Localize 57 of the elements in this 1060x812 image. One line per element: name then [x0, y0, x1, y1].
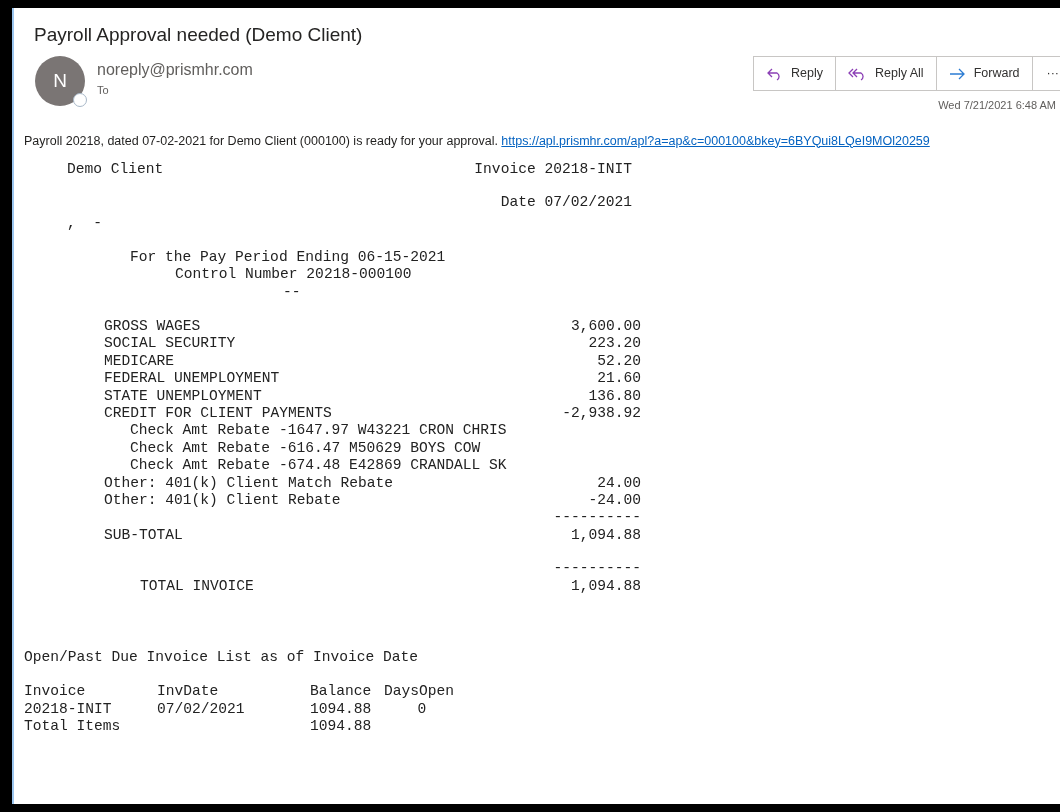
sender-address: noreply@prismhr.com	[97, 60, 253, 80]
line-item-label: Other: 401(k) Client Rebate	[104, 492, 341, 510]
line-item-amount: 21.60	[597, 370, 641, 388]
detail-line: Check Amt Rebate -1647.97 W43221 CRON CHRIS	[130, 422, 507, 440]
rule-text: ----------	[553, 560, 641, 578]
subtotal-amount: 1,094.88	[570, 526, 641, 545]
reply-all-button[interactable]: Reply All	[835, 56, 936, 91]
email-subject: Payroll Approval needed (Demo Client)	[33, 23, 364, 47]
address-line: , -	[67, 215, 103, 232]
column-header: Balance	[310, 683, 373, 701]
invoice-number: Invoice 20218-INIT	[474, 160, 632, 178]
reply-button[interactable]: Reply	[753, 56, 835, 91]
presence-icon	[73, 93, 87, 107]
forward-icon	[948, 67, 966, 80]
column-header: DaysOpen	[384, 683, 456, 701]
detail-line: Check Amt Rebate -674.48 E42869 CRANDALL SK	[130, 457, 507, 475]
period-text: For the Pay Period Ending 06-15-2021	[130, 248, 446, 265]
line-item-amount: 52.20	[597, 352, 641, 371]
line-item-amount: -2,938.92	[562, 404, 641, 423]
line-item-amount: 3,600.00	[570, 317, 641, 336]
table-cell-text: 07/02/2021	[157, 700, 246, 719]
line-item-label: Other: 401(k) Client Match Rebate	[104, 474, 393, 492]
line-item-label: FEDERAL UNEMPLOYMENT	[104, 370, 280, 388]
more-button[interactable]: ···	[1031, 56, 1060, 91]
line-item-label: CREDIT FOR CLIENT PAYMENTS	[104, 404, 332, 423]
line-item-label: MEDICARE	[104, 352, 175, 371]
table-cell-text: 1094.88	[310, 700, 373, 719]
detail-line: Check Amt Rebate -616.47 M50629 BOYS COW	[130, 439, 481, 458]
total-amount: 1,094.88	[570, 577, 641, 596]
client-name: Demo Client	[67, 160, 164, 178]
approval-link[interactable]: https://apl.prismhr.com/apl?a=ap&c=000100&bkey=6BYQui8LQeI9MOl20259	[501, 133, 930, 148]
line-item-amount: 223.20	[588, 335, 641, 353]
table-cell-text: Total Items	[24, 718, 122, 736]
message-text: Payroll 20218, dated 07-02-2021 for Demo Client (000100) is ready for your approval.	[24, 133, 499, 148]
rule-text: ----------	[553, 509, 641, 527]
to-label: To	[97, 83, 110, 98]
column-header: InvDate	[157, 683, 220, 701]
avatar: N	[35, 56, 85, 106]
timestamp: Wed 7/21/2021 6:48 AM	[938, 98, 1056, 113]
table-cell-text: 0	[416, 700, 428, 719]
line-item-label: GROSS WAGES	[104, 317, 201, 336]
table-cell-text: 20218-INIT	[24, 700, 113, 719]
invoice-date: Date 07/02/2021	[500, 193, 632, 210]
forward-button[interactable]: Forward	[935, 56, 1032, 91]
table-cell-text: 1094.88	[310, 718, 373, 736]
line-item-label: STATE UNEMPLOYMENT	[104, 387, 262, 405]
line-item-label: SOCIAL SECURITY	[104, 335, 236, 353]
line-item-amount: 136.80	[588, 387, 641, 405]
line-item-amount: 24.00	[597, 474, 641, 492]
reply-all-icon	[848, 66, 867, 81]
separator-text: --	[283, 283, 301, 300]
control-text: Control Number 20218-000100	[175, 266, 412, 283]
total-label: TOTAL INVOICE	[140, 577, 254, 596]
list-title: Open/Past Due Invoice List as of Invoice Date	[24, 649, 420, 667]
subtotal-label: SUB-TOTAL	[104, 526, 183, 545]
column-header: Invoice	[24, 683, 87, 701]
line-item-amount: -24.00	[588, 492, 641, 510]
